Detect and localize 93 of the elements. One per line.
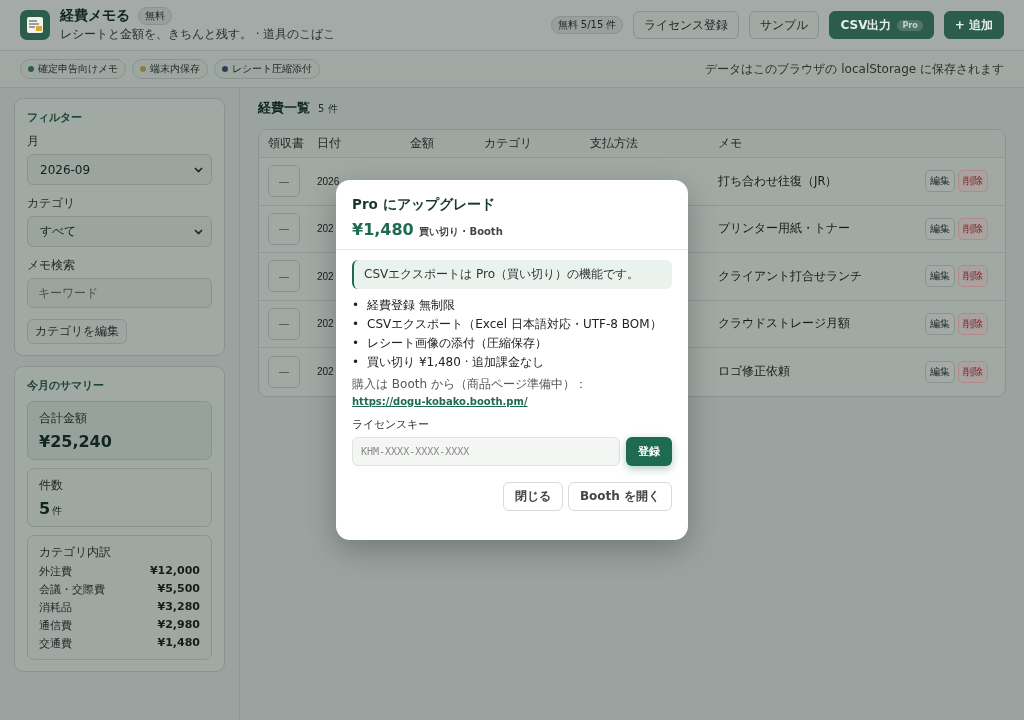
stat-label: 合計金額 bbox=[39, 410, 88, 427]
column-header: 領収書 bbox=[268, 135, 304, 152]
search-field[interactable]: キーワード bbox=[27, 278, 212, 308]
table-cell: 202 bbox=[317, 270, 334, 282]
category-amount: ¥1,480 bbox=[157, 636, 200, 651]
usage-counter: 無料 5/15 件 bbox=[550, 16, 624, 34]
column-header: 支払方法 bbox=[590, 135, 638, 152]
tagline: レシートと金額を、きちんと残す。 · 道具のこばこ bbox=[60, 26, 336, 43]
price: ¥1,480 bbox=[352, 220, 414, 239]
field-label: 月 bbox=[27, 133, 40, 150]
edit-button[interactable]: 編集 bbox=[925, 360, 955, 383]
stat-label: カテゴリ内訳 bbox=[39, 544, 112, 561]
edit-button[interactable]: 編集 bbox=[925, 170, 955, 193]
delete-button[interactable]: 削除 bbox=[958, 360, 988, 383]
list-count: 5 件 bbox=[318, 102, 338, 116]
column-header: 日付 bbox=[317, 135, 341, 152]
header-button[interactable]: + 追加 bbox=[943, 11, 1004, 39]
edit-categories-button[interactable]: カテゴリを編集 bbox=[27, 319, 127, 344]
register-button[interactable]: 登録 bbox=[626, 437, 672, 466]
tag-label: 端末内保存 bbox=[150, 62, 200, 76]
list-title: 経費一覧 bbox=[258, 100, 310, 117]
receipt-placeholder[interactable]: — bbox=[268, 165, 300, 198]
edit-button[interactable]: 編集 bbox=[925, 312, 955, 335]
panel-title: フィルター bbox=[27, 110, 83, 125]
chevron-down-icon bbox=[194, 166, 203, 173]
header-button[interactable]: サンプル bbox=[749, 11, 820, 39]
category-name: 交通費 bbox=[39, 636, 72, 651]
column-header: メモ bbox=[718, 135, 742, 152]
receipt-placeholder[interactable]: — bbox=[268, 260, 300, 293]
app-logo-icon bbox=[20, 10, 50, 40]
category-name: 会議・交際費 bbox=[39, 582, 105, 597]
stat-label: 件数 bbox=[39, 477, 64, 494]
app-title: 経費メモる bbox=[60, 7, 130, 25]
purchase-note: 購入は Booth から（商品ページ準備中）： bbox=[352, 376, 588, 393]
table-cell: 202 bbox=[317, 366, 334, 378]
table-cell: クライアント打合せランチ bbox=[718, 268, 862, 284]
table-cell: クラウドストレージ月額 bbox=[718, 316, 850, 332]
field-label: ライセンスキー bbox=[352, 417, 430, 432]
feature-item: 買い切り ¥1,480 · 追加課金なし bbox=[367, 354, 545, 370]
receipt-placeholder[interactable]: — bbox=[268, 212, 300, 245]
month-select[interactable]: 2026-09 bbox=[27, 154, 212, 185]
booth-link[interactable]: https://dogu-kobako.booth.pm/ bbox=[352, 396, 528, 407]
delete-button[interactable]: 削除 bbox=[958, 170, 988, 193]
price-note: 買い切り · Booth bbox=[418, 225, 503, 239]
receipt-placeholder[interactable]: — bbox=[268, 307, 300, 340]
bullet: • bbox=[352, 316, 360, 332]
count-value: 5 bbox=[39, 499, 51, 518]
bullet: • bbox=[352, 335, 360, 351]
table-cell: 202 bbox=[317, 223, 334, 235]
count-unit: 件 bbox=[52, 505, 63, 516]
category-name: 外注費 bbox=[39, 564, 72, 579]
feature-item: 経費登録 無制限 bbox=[367, 297, 455, 313]
field-label: メモ検索 bbox=[27, 257, 76, 274]
table-cell: プリンター用紙・トナー bbox=[718, 221, 850, 237]
close-button[interactable]: 閉じる bbox=[502, 482, 563, 511]
chevron-down-icon bbox=[194, 228, 203, 235]
license-key-field[interactable]: KHM-XXXX-XXXX-XXXX bbox=[352, 437, 620, 466]
total-amount: ¥25,240 bbox=[39, 432, 113, 451]
feature-item: CSVエクスポート（Excel 日本語対応・UTF-8 BOM） bbox=[367, 316, 662, 332]
tag-label: レシート圧縮添付 bbox=[232, 62, 312, 76]
table-cell: ロゴ修正依頼 bbox=[718, 364, 790, 380]
open-booth-button[interactable]: Booth を開く bbox=[567, 482, 672, 511]
field-label: カテゴリ bbox=[27, 195, 76, 212]
delete-button[interactable]: 削除 bbox=[958, 265, 988, 288]
header-button[interactable]: CSV出力 Pro bbox=[829, 11, 934, 39]
category-amount: ¥5,500 bbox=[157, 582, 200, 597]
delete-button[interactable]: 削除 bbox=[958, 217, 988, 240]
category-select[interactable]: すべて bbox=[27, 216, 212, 247]
category-amount: ¥2,980 bbox=[157, 618, 200, 633]
storage-note: データはこのブラウザの localStorage に保存されます bbox=[705, 60, 1004, 78]
column-header: 金額 bbox=[410, 135, 434, 152]
feature-item: レシート画像の添付（圧縮保存） bbox=[367, 335, 548, 351]
table-cell: 打ち合わせ往復（JR） bbox=[718, 173, 838, 189]
category-amount: ¥3,280 bbox=[157, 600, 200, 615]
column-header: カテゴリ bbox=[484, 135, 532, 152]
bullet: • bbox=[352, 297, 360, 313]
notice-banner: CSVエクスポートは Pro（買い切り）の機能です。 bbox=[352, 260, 672, 289]
category-name: 通信費 bbox=[39, 618, 72, 633]
edit-button[interactable]: 編集 bbox=[925, 217, 955, 240]
receipt-placeholder[interactable]: — bbox=[268, 355, 300, 388]
bullet: • bbox=[352, 354, 360, 370]
pro-badge: Pro bbox=[897, 19, 923, 31]
category-name: 消耗品 bbox=[39, 600, 72, 615]
category-amount: ¥12,000 bbox=[149, 564, 200, 579]
header-button[interactable]: ライセンス登録 bbox=[633, 11, 740, 39]
plan-badge: 無料 bbox=[138, 7, 172, 25]
delete-button[interactable]: 削除 bbox=[958, 312, 988, 335]
table-cell: 2026 bbox=[317, 175, 340, 187]
edit-button[interactable]: 編集 bbox=[925, 265, 955, 288]
table-cell: 202 bbox=[317, 318, 334, 330]
panel-title: 今月のサマリー bbox=[27, 378, 105, 393]
tag-label: 確定申告向けメモ bbox=[38, 62, 118, 76]
dialog-title: Pro にアップグレード bbox=[352, 196, 496, 214]
